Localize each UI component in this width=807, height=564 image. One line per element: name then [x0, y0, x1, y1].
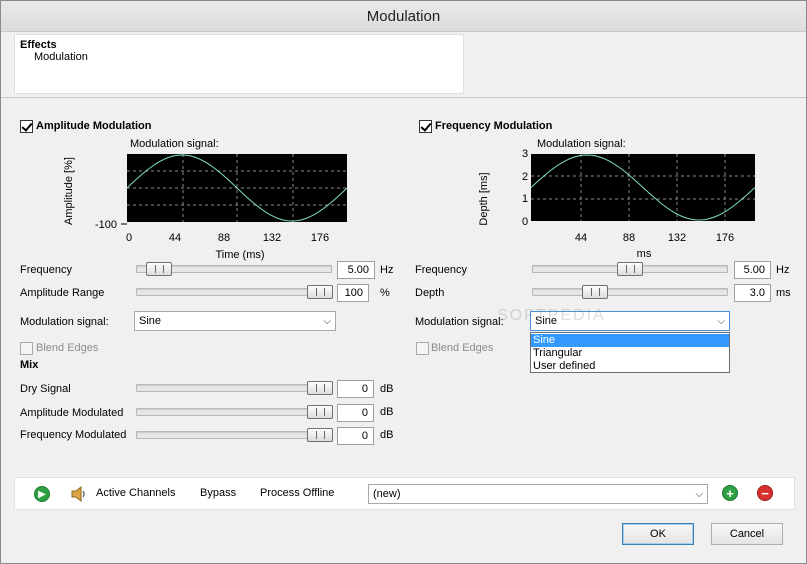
- bottom-toolbar: ▶ Active Channels Bypass Process Offline…: [14, 477, 795, 510]
- mix-amp-slider[interactable]: [136, 405, 333, 419]
- amp-xlabel: Time (ms): [215, 249, 264, 261]
- freq-xticks: 44 88 132 176: [575, 232, 734, 244]
- freq-depth-slider[interactable]: [532, 285, 728, 299]
- freq-frequency-unit: Hz: [776, 264, 790, 276]
- freq-frequency-input[interactable]: 5.00: [734, 261, 771, 279]
- effects-heading: Effects: [20, 39, 57, 51]
- freq-frequency-slider[interactable]: [532, 262, 728, 276]
- mix-dry-unit: dB: [380, 383, 394, 395]
- freq-frequency-label: Frequency: [415, 264, 467, 276]
- window-title: Modulation: [1, 1, 806, 32]
- chevron-down-icon: ⌵: [717, 316, 725, 327]
- amp-xticks: 0 44 88 132 176: [126, 232, 329, 244]
- freq-depth-slider-thumb[interactable]: [582, 285, 608, 299]
- freq-depth-input[interactable]: 3.0: [734, 284, 771, 302]
- mix-amp-input[interactable]: 0: [337, 404, 374, 422]
- amplitude-modulation-label: Amplitude Modulation: [36, 120, 152, 132]
- amp-xtick-2: 88: [218, 232, 230, 244]
- freq-yticks: 3 2 1 0: [522, 148, 528, 228]
- freq-modulation-chart: Depth [ms] 3 2 1 0 44 88 132 176 ms: [478, 148, 756, 259]
- freq-xtick-0: 44: [575, 232, 587, 244]
- mix-amp-label: Amplitude Modulated: [20, 407, 124, 419]
- freq-xlabel: ms: [637, 248, 652, 259]
- process-offline-button[interactable]: Process Offline: [260, 487, 334, 499]
- freq-depth-unit: ms: [776, 287, 791, 299]
- freq-xtick-2: 132: [668, 232, 686, 244]
- active-channels-button[interactable]: Active Channels: [96, 487, 176, 499]
- amp-ylabel: Amplitude [%]: [63, 157, 75, 225]
- mix-freq-slider-thumb[interactable]: [307, 428, 333, 442]
- mix-dry-slider[interactable]: [136, 381, 333, 395]
- cancel-button[interactable]: Cancel: [711, 523, 783, 545]
- amp-modulation-chart: Amplitude [%] -100 0 44 88 132 176 Time …: [63, 154, 348, 261]
- amp-range-slider-thumb[interactable]: [307, 285, 333, 299]
- amp-xtick-3: 132: [263, 232, 281, 244]
- amp-range-label: Amplitude Range: [20, 287, 105, 299]
- freq-ylabel: Depth [ms]: [478, 172, 490, 225]
- amp-blend-edges-checkbox[interactable]: [20, 342, 33, 355]
- amp-blend-edges-label: Blend Edges: [36, 342, 99, 354]
- modulation-dialog: Modulation Effects Modulation Amplitude …: [0, 0, 807, 564]
- dropdown-option-triangular[interactable]: Triangular: [531, 347, 729, 360]
- mix-heading: Mix: [20, 359, 39, 371]
- mix-dry-label: Dry Signal: [20, 383, 71, 395]
- mix-amp-unit: dB: [380, 406, 394, 418]
- play-icon[interactable]: ▶: [34, 486, 50, 502]
- mix-freq-slider[interactable]: [136, 428, 333, 442]
- freq-frequency-slider-thumb[interactable]: [617, 262, 643, 276]
- preset-value: (new): [373, 488, 401, 500]
- mix-dry-slider-thumb[interactable]: [307, 381, 333, 395]
- mix-freq-unit: dB: [380, 429, 394, 441]
- mix-dry-input[interactable]: 0: [337, 380, 374, 398]
- freq-ytick-3: 0: [522, 216, 528, 228]
- dropdown-option-user-defined[interactable]: User defined: [531, 360, 729, 373]
- amp-frequency-slider-thumb[interactable]: [146, 262, 172, 276]
- freq-xtick-3: 176: [716, 232, 734, 244]
- freq-signal-dropdown-list: Sine Triangular User defined: [530, 332, 730, 373]
- amp-xtick-4: 176: [311, 232, 329, 244]
- freq-xtick-1: 88: [623, 232, 635, 244]
- amp-signal-label: Modulation signal:: [20, 316, 109, 328]
- watermark: SOFTPEDIA: [497, 307, 606, 324]
- ok-button[interactable]: OK: [622, 523, 694, 545]
- chevron-down-icon: ⌵: [323, 316, 331, 327]
- freq-signal-label: Modulation signal:: [415, 316, 504, 328]
- freq-depth-label: Depth: [415, 287, 445, 299]
- mix-freq-input[interactable]: 0: [337, 427, 374, 445]
- header-right-area: [464, 34, 804, 94]
- amp-frequency-slider[interactable]: [136, 262, 332, 276]
- amp-signal-value: Sine: [139, 315, 162, 327]
- frequency-modulation-label: Frequency Modulation: [435, 120, 553, 132]
- freq-blend-edges-label: Blend Edges: [431, 342, 494, 354]
- bypass-button[interactable]: Bypass: [200, 487, 236, 499]
- amp-signal-select[interactable]: Sine ⌵: [134, 311, 336, 331]
- amp-range-input[interactable]: 100: [337, 284, 369, 302]
- amplitude-modulation-checkbox[interactable]: [20, 120, 33, 133]
- chevron-down-icon: ⌵: [695, 489, 703, 500]
- mix-freq-label: Frequency Modulated: [20, 429, 127, 441]
- frequency-modulation-checkbox[interactable]: [419, 120, 432, 133]
- remove-preset-icon[interactable]: −: [757, 485, 773, 501]
- amp-frequency-unit: Hz: [380, 264, 394, 276]
- amp-frequency-label: Frequency: [20, 264, 72, 276]
- effects-tree: Effects Modulation: [14, 34, 464, 94]
- amp-range-unit: %: [380, 287, 390, 299]
- preset-select[interactable]: (new) ⌵: [368, 484, 708, 504]
- effects-item-modulation[interactable]: Modulation: [34, 51, 88, 63]
- dropdown-option-sine[interactable]: Sine: [531, 334, 729, 347]
- amp-xtick-0: 0: [126, 232, 132, 244]
- freq-ytick-0: 3: [522, 148, 528, 160]
- freq-ytick-2: 1: [522, 193, 528, 205]
- freq-blend-edges-checkbox[interactable]: [416, 342, 429, 355]
- amp-chart-title: Modulation signal:: [130, 138, 219, 150]
- add-preset-icon[interactable]: +: [722, 485, 738, 501]
- header-divider: [1, 97, 806, 98]
- freq-ytick-1: 2: [522, 171, 528, 183]
- amp-xtick-1: 44: [169, 232, 181, 244]
- amp-range-slider[interactable]: [136, 285, 333, 299]
- speaker-icon[interactable]: [70, 486, 88, 502]
- amp-ytick: -100: [95, 219, 117, 231]
- amp-frequency-input[interactable]: 5.00: [337, 261, 375, 279]
- mix-amp-slider-thumb[interactable]: [307, 405, 333, 419]
